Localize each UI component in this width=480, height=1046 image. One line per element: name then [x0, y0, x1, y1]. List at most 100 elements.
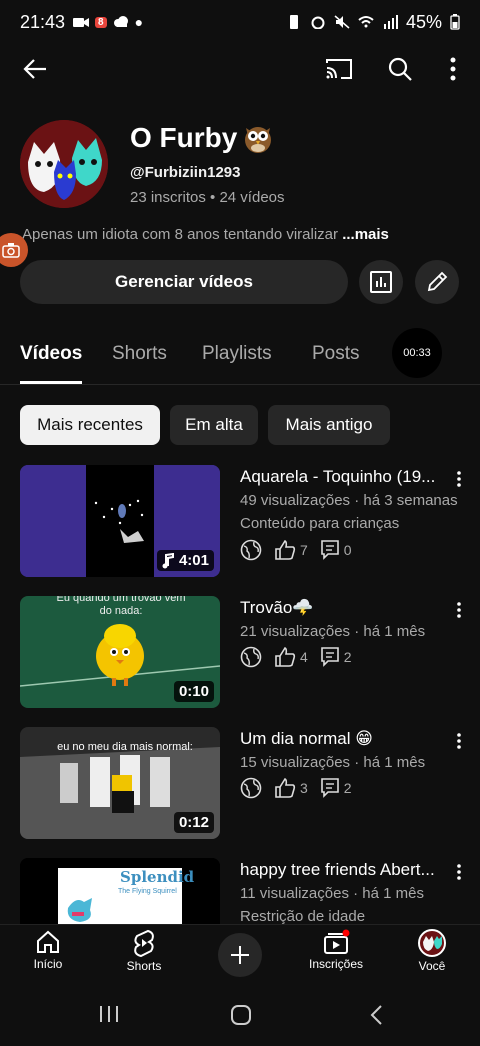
like-count: 4	[300, 649, 308, 665]
recent-apps-icon[interactable]	[98, 1004, 120, 1024]
nav-home-label: Início	[33, 957, 63, 971]
status-time: 21:43	[20, 11, 66, 32]
like-count: 3	[300, 780, 308, 796]
nav-subscriptions[interactable]: Inscrições	[296, 929, 376, 971]
duration-text: 0:10	[178, 683, 209, 700]
cloud-icon	[113, 16, 128, 27]
create-button[interactable]	[218, 933, 262, 977]
subscriptions-icon	[324, 929, 350, 954]
owl-emoji-icon	[245, 127, 272, 153]
search-icon	[388, 57, 412, 81]
thumbnail-caption: Eu quando um trovão vem do nada:	[56, 596, 186, 617]
thumbnail-caption: eu no meu dia mais normal:	[57, 741, 193, 753]
floating-screen-recorder-button[interactable]	[0, 233, 28, 267]
mute-icon	[334, 15, 350, 29]
back-arrow-icon	[23, 59, 46, 79]
thumbs-up-icon	[275, 539, 296, 560]
search-button[interactable]	[385, 54, 415, 84]
more-vert-icon	[457, 471, 461, 487]
video-item[interactable]: 4:01 Aquarela - Toquinho (19... 49 visua…	[0, 465, 480, 580]
status-bar: 21:43 8 ● 45%	[0, 0, 480, 44]
video-more-button[interactable]	[452, 731, 466, 751]
tab-playlists[interactable]: Playlists	[202, 343, 272, 365]
shorts-icon	[134, 929, 154, 957]
channel-description-text: Apenas um idiota com 8 anos tentando vir…	[22, 226, 339, 243]
video-more-button[interactable]	[452, 469, 466, 489]
nav-you[interactable]: Você	[392, 929, 472, 973]
video-meta: 49 visualizações · há 3 semanas	[240, 492, 458, 509]
nav-home[interactable]: Início	[8, 929, 88, 971]
wifi-icon	[358, 16, 374, 28]
channel-stats: 23 inscritos • 24 vídeos	[130, 189, 285, 206]
notification-badge: 8	[95, 16, 107, 28]
globe-public-icon	[240, 777, 262, 799]
dot-icon: ●	[134, 14, 144, 30]
comment-count: 2	[343, 780, 352, 796]
channel-avatar[interactable]	[20, 120, 108, 208]
video-camera-icon	[73, 18, 90, 27]
chip-oldest-label: Mais antigo	[285, 415, 373, 434]
video-thumbnail[interactable]: Splendid The Flying Squirrel	[20, 858, 220, 924]
avatar-image	[20, 120, 108, 208]
cast-button[interactable]	[324, 54, 354, 84]
video-title[interactable]: Trovão🌩️	[240, 598, 440, 618]
comment-count: 0	[343, 542, 352, 558]
more-link[interactable]: ...mais	[342, 226, 389, 243]
alarm-icon	[311, 16, 325, 29]
video-thumbnail[interactable]: eu no meu dia mais normal: 0:12	[20, 727, 220, 839]
video-more-button[interactable]	[452, 862, 466, 882]
tab-videos[interactable]: Vídeos	[20, 343, 82, 365]
tab-posts[interactable]: Posts	[312, 343, 360, 365]
channel-title-text: O Furby	[130, 122, 238, 153]
chip-latest[interactable]: Mais recentes	[20, 405, 160, 445]
manage-videos-label: Gerenciar vídeos	[115, 272, 253, 291]
edit-channel-button[interactable]	[415, 260, 459, 304]
bottom-navigation: Início Shorts Inscrições Você	[0, 924, 480, 986]
more-options-button[interactable]	[438, 54, 468, 84]
video-label: Restrição de idade	[240, 908, 366, 924]
chip-oldest[interactable]: Mais antigo	[268, 405, 390, 445]
analytics-icon	[370, 271, 392, 293]
video-stats: 4 2	[240, 646, 352, 668]
video-item[interactable]: Eu quando um trovão vem do nada: 0:10 Tr…	[0, 596, 480, 711]
more-vert-icon	[450, 57, 456, 81]
comment-count: 2	[343, 649, 352, 665]
video-thumbnail[interactable]: 4:01	[20, 465, 220, 577]
more-vert-icon	[457, 864, 461, 880]
video-thumbnail[interactable]: Eu quando um trovão vem do nada: 0:10	[20, 596, 220, 708]
chip-popular[interactable]: Em alta	[170, 405, 258, 445]
video-title[interactable]: Aquarela - Toquinho (19...	[240, 467, 440, 487]
create-plus-icon	[231, 946, 249, 964]
back-button[interactable]	[20, 54, 50, 84]
video-item[interactable]: Splendid The Flying Squirrel happy tree …	[0, 858, 480, 924]
duration-badge: 0:12	[173, 812, 214, 833]
globe-public-icon	[240, 646, 262, 668]
thumbs-up-icon	[275, 777, 296, 798]
manage-videos-button[interactable]: Gerenciar vídeos	[20, 260, 348, 304]
analytics-button[interactable]	[359, 260, 403, 304]
back-system-icon[interactable]	[368, 1004, 384, 1026]
comment-icon	[320, 647, 339, 667]
battery-icon	[450, 14, 460, 30]
video-title[interactable]: happy tree friends Abert...	[240, 860, 440, 880]
channel-handle: @Furbiziin1293	[130, 164, 241, 181]
thumbnail-subcaption: The Flying Squirrel	[118, 888, 177, 895]
tab-shorts[interactable]: Shorts	[112, 343, 167, 365]
channel-description[interactable]: Apenas um idiota com 8 anos tentando vir…	[22, 226, 389, 243]
home-system-icon[interactable]	[230, 1004, 252, 1026]
duration-badge: 0:10	[173, 681, 214, 702]
chip-popular-label: Em alta	[185, 415, 243, 434]
video-title[interactable]: Um dia normal 😁	[240, 729, 440, 749]
channel-title: O Furby	[130, 122, 273, 154]
nav-shorts[interactable]: Shorts	[104, 929, 184, 973]
home-icon	[37, 930, 59, 953]
video-more-button[interactable]	[452, 600, 466, 620]
app-bar	[0, 44, 480, 94]
duration-badge: 4:01	[156, 550, 214, 571]
recording-timer-overlay[interactable]: 00:33	[392, 328, 442, 378]
you-avatar-icon	[418, 929, 446, 957]
video-item[interactable]: eu no meu dia mais normal: 0:12 Um dia n…	[0, 727, 480, 842]
music-note-icon	[162, 552, 174, 568]
chip-latest-label: Mais recentes	[37, 415, 143, 434]
system-navigation-bar	[0, 986, 480, 1046]
